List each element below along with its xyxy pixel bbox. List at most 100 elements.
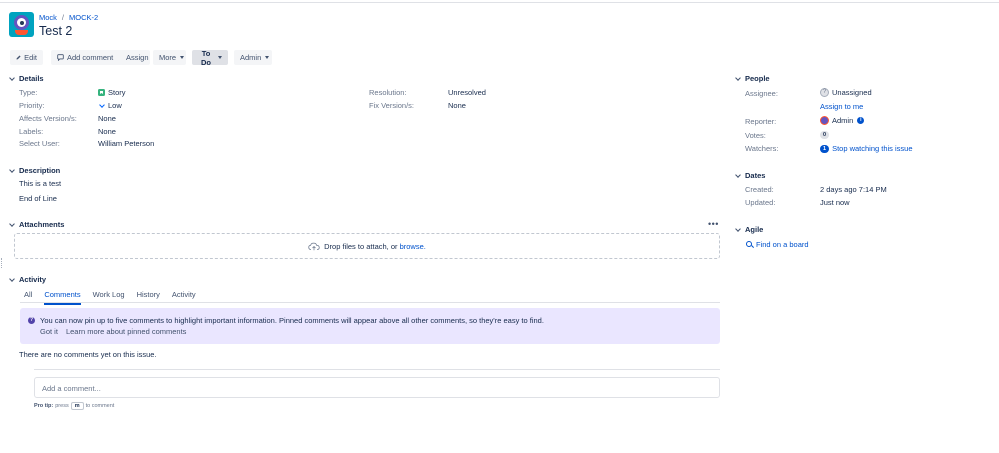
description-line-2[interactable]: End of Line <box>19 194 57 203</box>
project-avatar[interactable] <box>9 12 34 37</box>
pro-tip-suffix: to comment <box>85 403 115 409</box>
no-comments-text: There are no comments yet on this issue. <box>19 350 157 359</box>
assignee-text: Unassigned <box>832 88 872 97</box>
story-icon <box>98 89 105 96</box>
type-value: Story <box>98 88 126 97</box>
breadcrumb-separator: / <box>61 13 65 22</box>
votes-value[interactable]: 0 <box>820 131 830 139</box>
resolution-label: Resolution: <box>369 88 407 97</box>
description-line-1[interactable]: This is a test <box>19 179 61 188</box>
assignee-value[interactable]: Unassigned <box>820 88 872 97</box>
top-border <box>0 0 999 3</box>
votes-label: Votes: <box>745 131 766 140</box>
chevron-down-icon <box>265 56 270 59</box>
priority-text: Low <box>108 101 122 110</box>
labels-label: Labels: <box>19 127 44 136</box>
fix-version-value[interactable]: None <box>448 101 466 110</box>
fix-version-label: Fix Version/s: <box>369 101 415 110</box>
activity-heading: Activity <box>19 275 47 284</box>
status-label: To Do <box>201 48 211 67</box>
attachments-heading: Attachments <box>19 220 65 229</box>
drop-text: Drop files to attach, or <box>324 241 398 251</box>
resolution-value: Unresolved <box>448 88 486 97</box>
details-heading: Details <box>19 74 44 83</box>
add-comment-input[interactable]: Add a comment... <box>34 377 720 398</box>
pencil-icon <box>16 55 21 60</box>
priority-value: Low <box>98 101 122 110</box>
votes-badge: 0 <box>820 131 830 139</box>
select-user-label: Select User: <box>19 139 60 148</box>
people-toggle[interactable]: People <box>735 74 770 83</box>
labels-value[interactable]: None <box>98 127 116 136</box>
dates-toggle[interactable]: Dates <box>735 171 766 180</box>
chevron-down-icon <box>735 225 741 232</box>
chevron-down-icon <box>735 171 741 178</box>
agile-heading: Agile <box>745 225 764 234</box>
affects-version-value[interactable]: None <box>98 114 116 123</box>
assignee-label: Assignee: <box>745 89 778 98</box>
dates-heading: Dates <box>745 171 766 180</box>
chevron-down-icon <box>9 275 15 282</box>
status-button[interactable]: To Do <box>192 48 228 67</box>
type-text: Story <box>108 88 126 97</box>
created-value: 2 days ago 7:14 PM <box>820 185 887 194</box>
avatar <box>820 116 829 125</box>
description-toggle[interactable]: Description <box>9 166 61 175</box>
pro-tip: Pro tip: press m to comment <box>34 402 114 410</box>
details-toggle[interactable]: Details <box>9 74 44 83</box>
select-user-value[interactable]: William Peterson <box>98 139 154 148</box>
comment-icon <box>57 54 64 61</box>
priority-low-icon <box>98 102 105 109</box>
chevron-down-icon <box>9 166 15 173</box>
cloud-upload-icon <box>308 242 320 250</box>
more-label: More <box>159 53 177 62</box>
learn-more-link[interactable]: Learn more about pinned comments <box>66 327 187 336</box>
chevron-down-icon <box>9 220 15 227</box>
add-comment-button[interactable]: Add comment <box>51 50 122 65</box>
got-it-button[interactable]: Got it <box>40 327 58 336</box>
breadcrumb-project-link[interactable]: Mock <box>39 13 57 22</box>
reporter-text: Admin <box>832 116 854 125</box>
priority-label: Priority: <box>19 101 45 110</box>
info-message: You can now pin up to five comments to h… <box>40 316 544 325</box>
search-icon <box>746 241 753 248</box>
divider <box>34 369 720 370</box>
keyboard-key: m <box>70 402 84 410</box>
admin-label: Admin <box>240 53 262 62</box>
admin-button[interactable]: Admin <box>234 50 272 65</box>
edit-label: Edit <box>24 53 37 62</box>
watchers-value: 1 Stop watching this issue <box>820 144 913 153</box>
find-on-board-text: Find on a board <box>756 240 809 249</box>
chevron-down-icon <box>9 74 15 81</box>
pro-tip-label: Pro tip: <box>34 403 54 409</box>
assign-button[interactable]: Assign <box>120 50 150 65</box>
stop-watching-link[interactable]: Stop watching this issue <box>832 144 912 153</box>
more-options-icon[interactable]: ••• <box>708 219 719 229</box>
pro-tip-press: press <box>55 403 69 409</box>
affects-version-label: Affects Version/s: <box>19 114 77 123</box>
breadcrumb-issue-link[interactable]: MOCK-2 <box>69 13 98 22</box>
info-icon[interactable]: i <box>857 117 865 124</box>
assign-to-me-link[interactable]: Assign to me <box>820 102 863 111</box>
description-heading: Description <box>19 166 61 175</box>
people-heading: People <box>745 74 770 83</box>
type-label: Type: <box>19 88 38 97</box>
find-on-board-link[interactable]: Find on a board <box>746 240 809 249</box>
chevron-down-icon <box>735 74 741 81</box>
add-comment-label: Add comment <box>67 53 114 62</box>
created-label: Created: <box>745 185 774 194</box>
more-button[interactable]: More <box>153 50 186 65</box>
reporter-value[interactable]: Admin i <box>820 116 865 125</box>
agile-toggle[interactable]: Agile <box>735 225 764 234</box>
browse-link[interactable]: browse. <box>400 242 426 251</box>
attachment-dropzone[interactable]: Drop files to attach, or browse. <box>14 233 720 259</box>
chevron-down-icon <box>218 56 222 59</box>
attachments-toggle[interactable]: Attachments <box>9 220 65 229</box>
issue-title[interactable]: Test 2 <box>39 24 72 38</box>
tabs-divider <box>20 302 720 303</box>
drag-handle[interactable] <box>1 258 3 268</box>
activity-toggle[interactable]: Activity <box>9 275 47 284</box>
pinned-comments-info: ? You can now pin up to five comments to… <box>20 308 720 344</box>
watchers-badge[interactable]: 1 <box>820 144 830 153</box>
edit-button[interactable]: Edit <box>10 50 43 65</box>
